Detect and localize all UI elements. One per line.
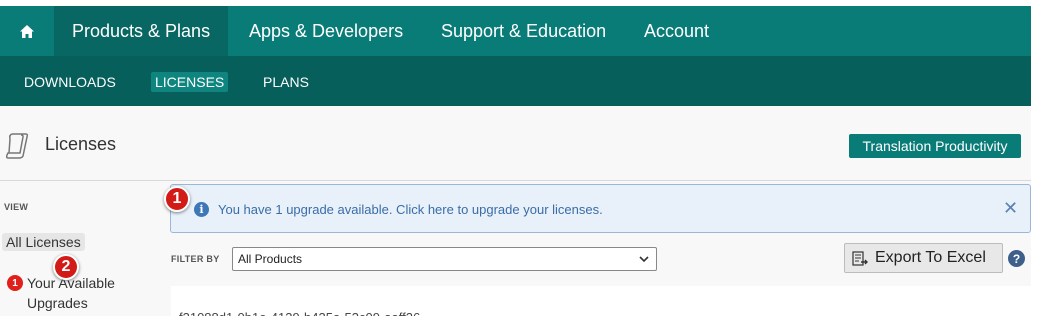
subnav-plans[interactable]: PLANS [259, 72, 313, 92]
home-icon [20, 24, 34, 38]
translation-productivity-button[interactable]: Translation Productivity [849, 134, 1021, 158]
export-to-excel-button[interactable]: Export To Excel [844, 243, 1003, 273]
alert-message[interactable]: You have 1 upgrade available. Click here… [218, 202, 603, 217]
product-filter-select[interactable]: All Products [232, 247, 657, 271]
licenses-table: f31088d1-0b1e-4139-b435a-53c09-aaff36 [171, 286, 1031, 316]
view-label: VIEW [4, 202, 29, 212]
scroll-icon [5, 133, 29, 159]
table-row[interactable]: f31088d1-0b1e-4139-b435a-53c09-aaff36 [179, 310, 420, 316]
tab-account[interactable]: Account [626, 6, 727, 56]
sidebar-item-upgrades[interactable]: Your Available Upgrades [27, 273, 137, 313]
filter-label: FILTER BY [171, 254, 220, 264]
page-edge [1031, 0, 1041, 316]
close-icon[interactable]: ✕ [1003, 199, 1018, 217]
info-icon: i [194, 202, 209, 217]
top-nav: Products & Plans Apps & Developers Suppo… [0, 6, 1031, 56]
upgrades-count-badge: 1 [7, 275, 23, 291]
sidebar-item-all-licenses[interactable]: All Licenses [2, 233, 85, 251]
page-content: Licenses Translation Productivity VIEW A… [0, 106, 1031, 316]
export-button-label: Export To Excel [875, 249, 986, 266]
help-icon[interactable]: ? [1008, 250, 1025, 267]
tab-products-plans[interactable]: Products & Plans [54, 6, 229, 56]
subnav-licenses[interactable]: LICENSES [151, 72, 229, 92]
filter-selected-value: All Products [238, 252, 303, 266]
export-icon [852, 251, 868, 266]
chevron-down-icon [638, 248, 650, 277]
tab-support-education[interactable]: Support & Education [423, 6, 624, 56]
sub-nav: DOWNLOADS LICENSES PLANS [0, 56, 1031, 106]
home-button[interactable] [0, 6, 54, 56]
upgrade-alert[interactable]: i You have 1 upgrade available. Click he… [170, 184, 1031, 233]
tab-apps-developers[interactable]: Apps & Developers [231, 6, 421, 56]
callout-marker-1: 1 [164, 186, 190, 212]
subnav-downloads[interactable]: DOWNLOADS [20, 72, 120, 92]
page-title: Licenses [45, 134, 117, 154]
title-row: Licenses Translation Productivity [0, 106, 1031, 181]
callout-marker-2: 2 [53, 254, 79, 280]
